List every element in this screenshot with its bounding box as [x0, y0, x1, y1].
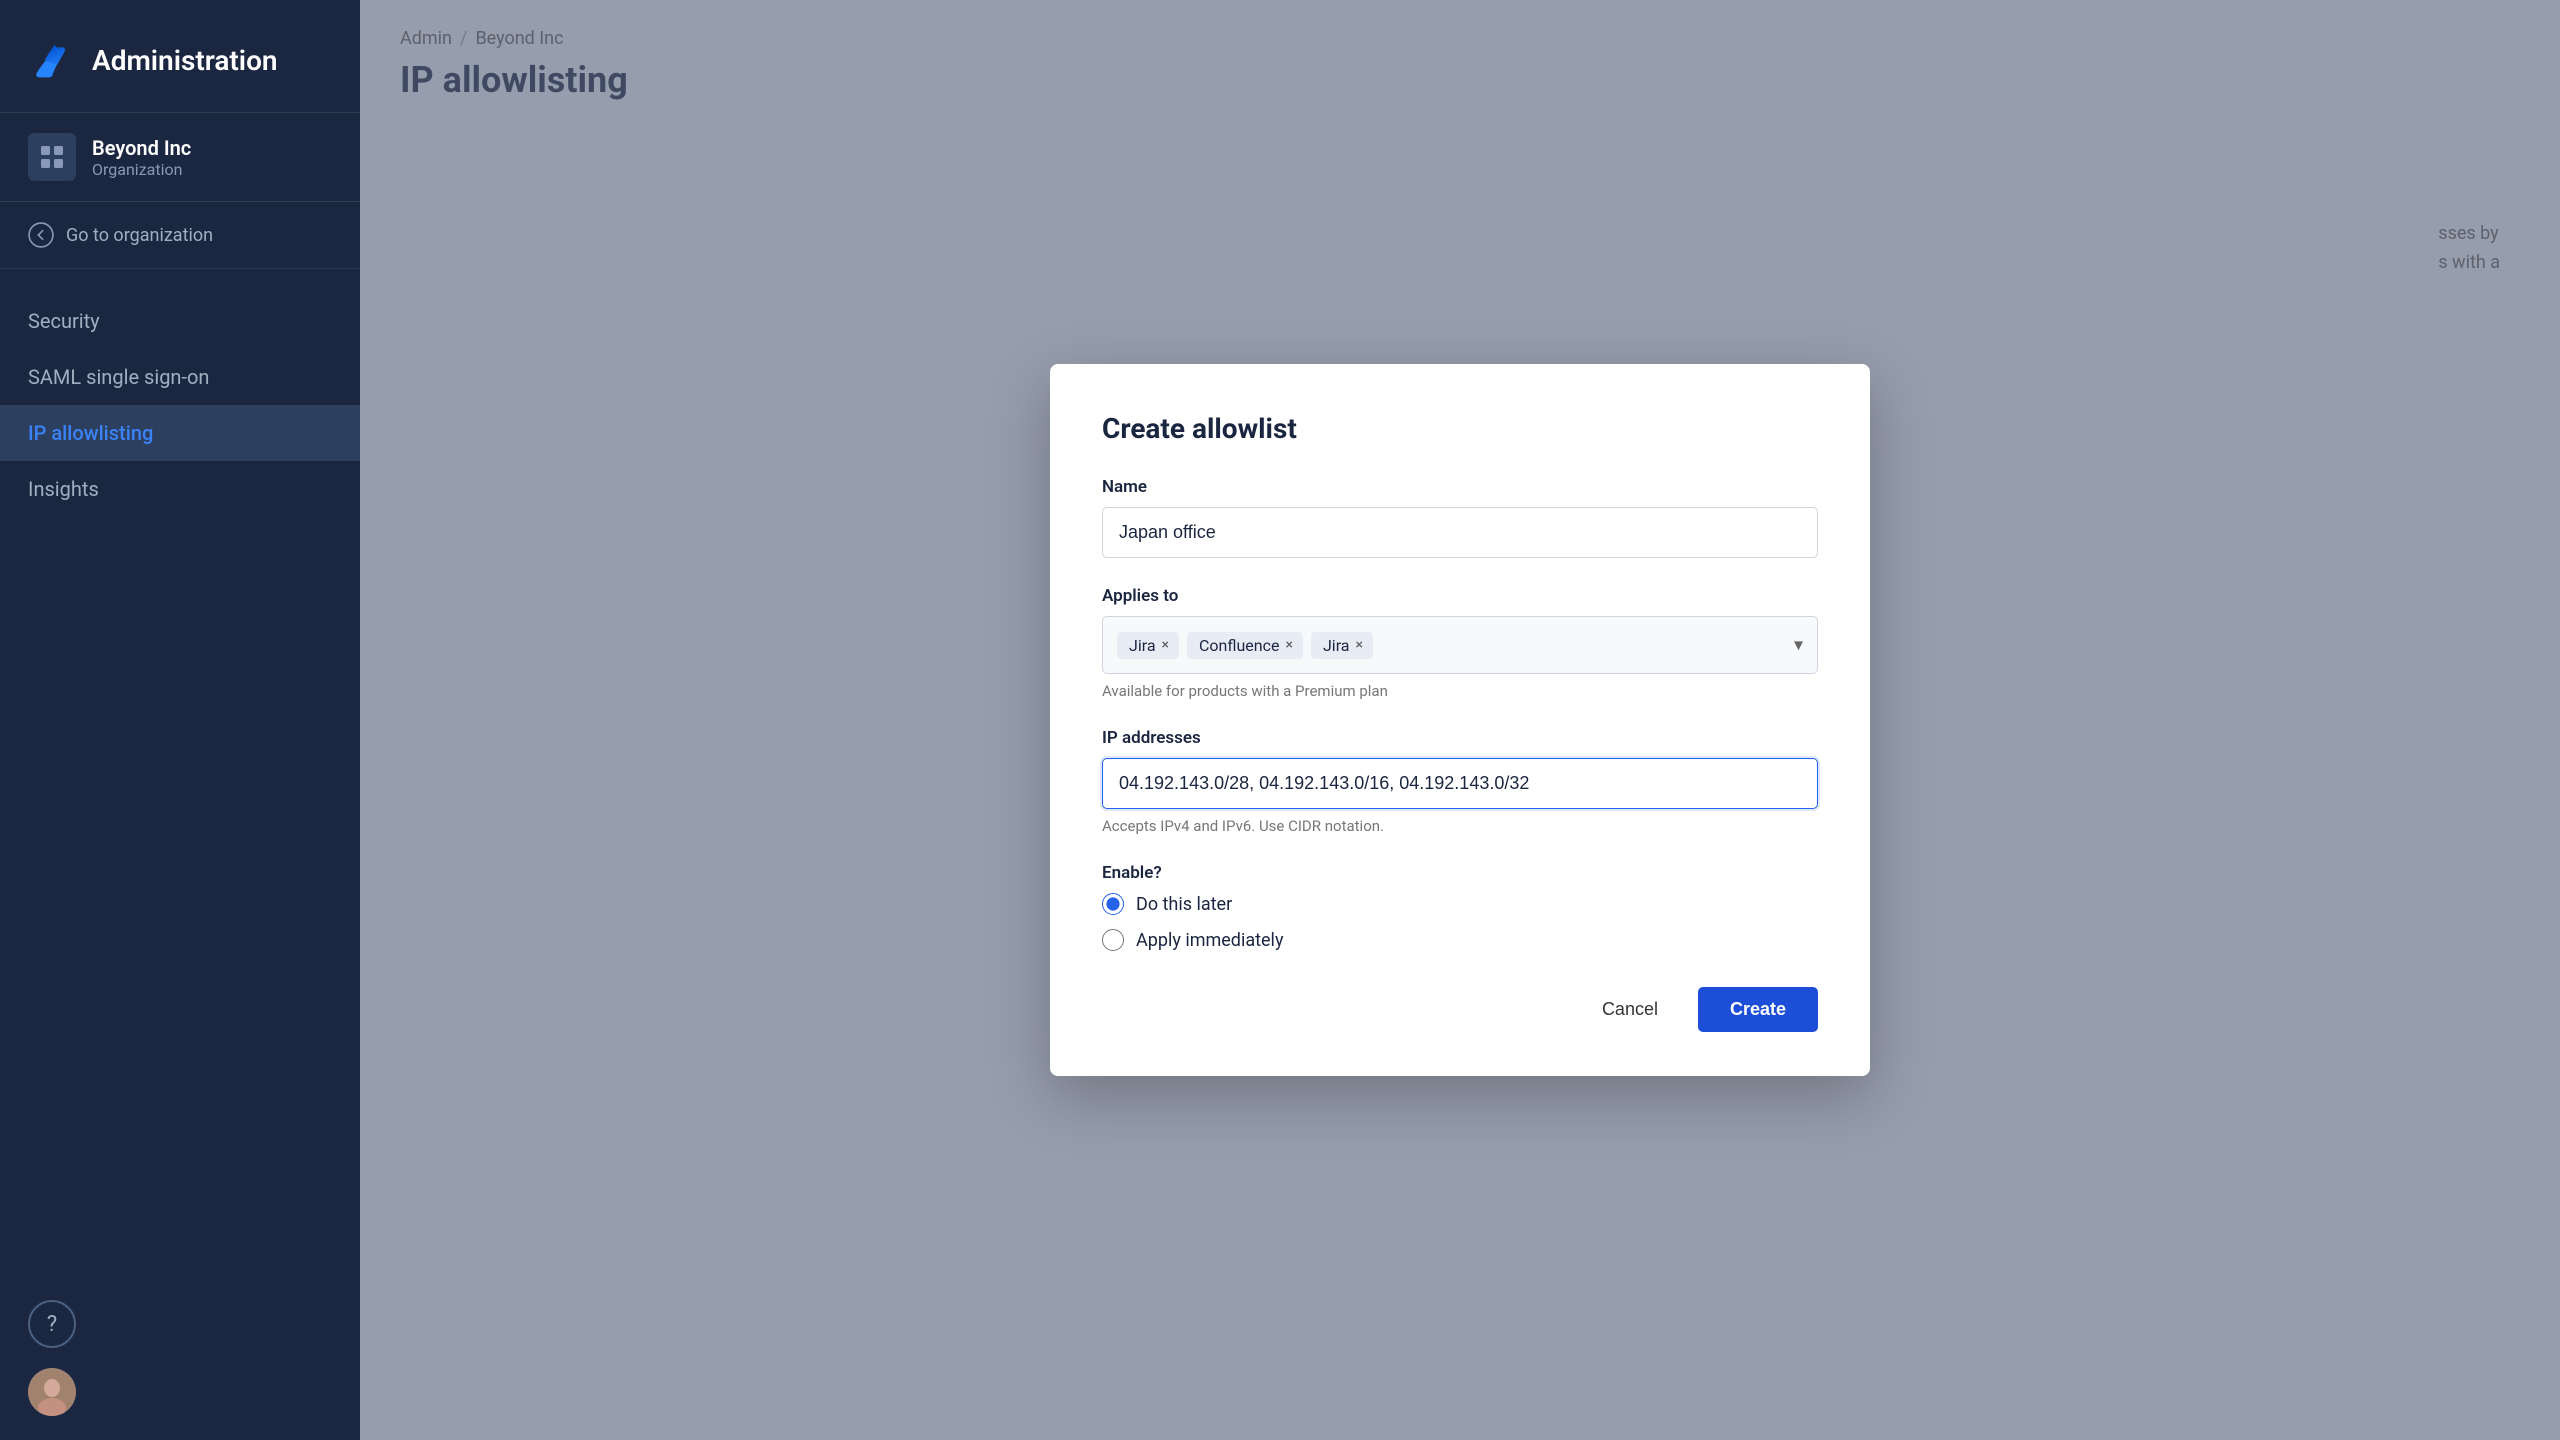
org-info: Beyond Inc Organization [92, 136, 191, 179]
applies-to-select[interactable]: Jira × Confluence × Jira × ▾ [1102, 616, 1818, 674]
cancel-button[interactable]: Cancel [1578, 987, 1682, 1032]
name-field-group: Name [1102, 477, 1818, 558]
main-content: Admin / Beyond Inc IP allowlisting sses … [360, 0, 2560, 1440]
go-to-org-button[interactable]: Go to organization [0, 202, 360, 269]
name-input[interactable] [1102, 507, 1818, 558]
radio-apply-immediately-label: Apply immediately [1136, 930, 1283, 951]
modal-footer: Cancel Create [1102, 987, 1818, 1032]
sidebar-item-security[interactable]: Security [0, 293, 360, 349]
org-name: Beyond Inc [92, 136, 191, 160]
sidebar-nav: Security SAML single sign-on IP allowlis… [0, 269, 360, 1276]
sidebar-item-ip-allowlisting[interactable]: IP allowlisting [0, 405, 360, 461]
back-arrow-icon [28, 222, 54, 248]
create-button[interactable]: Create [1698, 987, 1818, 1032]
radio-do-this-later[interactable]: Do this later [1102, 893, 1818, 915]
applies-to-label: Applies to [1102, 586, 1818, 606]
tag-remove-confluence[interactable]: × [1285, 638, 1292, 652]
enable-label: Enable? [1102, 863, 1818, 883]
radio-do-this-later-input[interactable] [1102, 893, 1124, 915]
tag-remove-jira-2[interactable]: × [1356, 638, 1363, 652]
applies-to-field-group: Applies to Jira × Confluence × Jira × ▾ [1102, 586, 1818, 700]
chevron-down-icon: ▾ [1794, 635, 1803, 656]
sidebar-item-insights[interactable]: Insights [0, 461, 360, 517]
org-icon [28, 133, 76, 181]
tag-jira-1[interactable]: Jira × [1117, 632, 1179, 659]
sidebar-item-saml[interactable]: SAML single sign-on [0, 349, 360, 405]
applies-note: Available for products with a Premium pl… [1102, 682, 1818, 700]
tag-confluence[interactable]: Confluence × [1187, 632, 1303, 659]
help-button[interactable]: ? [28, 1300, 76, 1348]
radio-do-this-later-label: Do this later [1136, 894, 1232, 915]
create-allowlist-modal: Create allowlist Name Applies to Jira × … [1050, 364, 1870, 1076]
radio-apply-immediately[interactable]: Apply immediately [1102, 929, 1818, 951]
name-label: Name [1102, 477, 1818, 497]
ip-note: Accepts IPv4 and IPv6. Use CIDR notation… [1102, 817, 1818, 835]
sidebar-header: Administration [0, 0, 360, 112]
modal-overlay: Create allowlist Name Applies to Jira × … [360, 0, 2560, 1440]
ip-field-group: IP addresses Accepts IPv4 and IPv6. Use … [1102, 728, 1818, 835]
radio-group: Do this later Apply immediately [1102, 893, 1818, 951]
sidebar-bottom: ? [0, 1276, 360, 1440]
avatar[interactable] [28, 1368, 76, 1416]
modal-title: Create allowlist [1102, 412, 1818, 445]
atlassian-logo [28, 36, 76, 84]
tag-jira-2[interactable]: Jira × [1311, 632, 1373, 659]
go-to-org-label: Go to organization [66, 225, 213, 246]
radio-apply-immediately-input[interactable] [1102, 929, 1124, 951]
app-title: Administration [92, 44, 278, 77]
ip-input[interactable] [1102, 758, 1818, 809]
org-section: Beyond Inc Organization [0, 112, 360, 202]
org-type: Organization [92, 160, 191, 179]
sidebar: Administration Beyond Inc Organization G… [0, 0, 360, 1440]
ip-label: IP addresses [1102, 728, 1818, 748]
enable-field-group: Enable? Do this later Apply immediately [1102, 863, 1818, 951]
tag-remove-jira-1[interactable]: × [1162, 638, 1169, 652]
